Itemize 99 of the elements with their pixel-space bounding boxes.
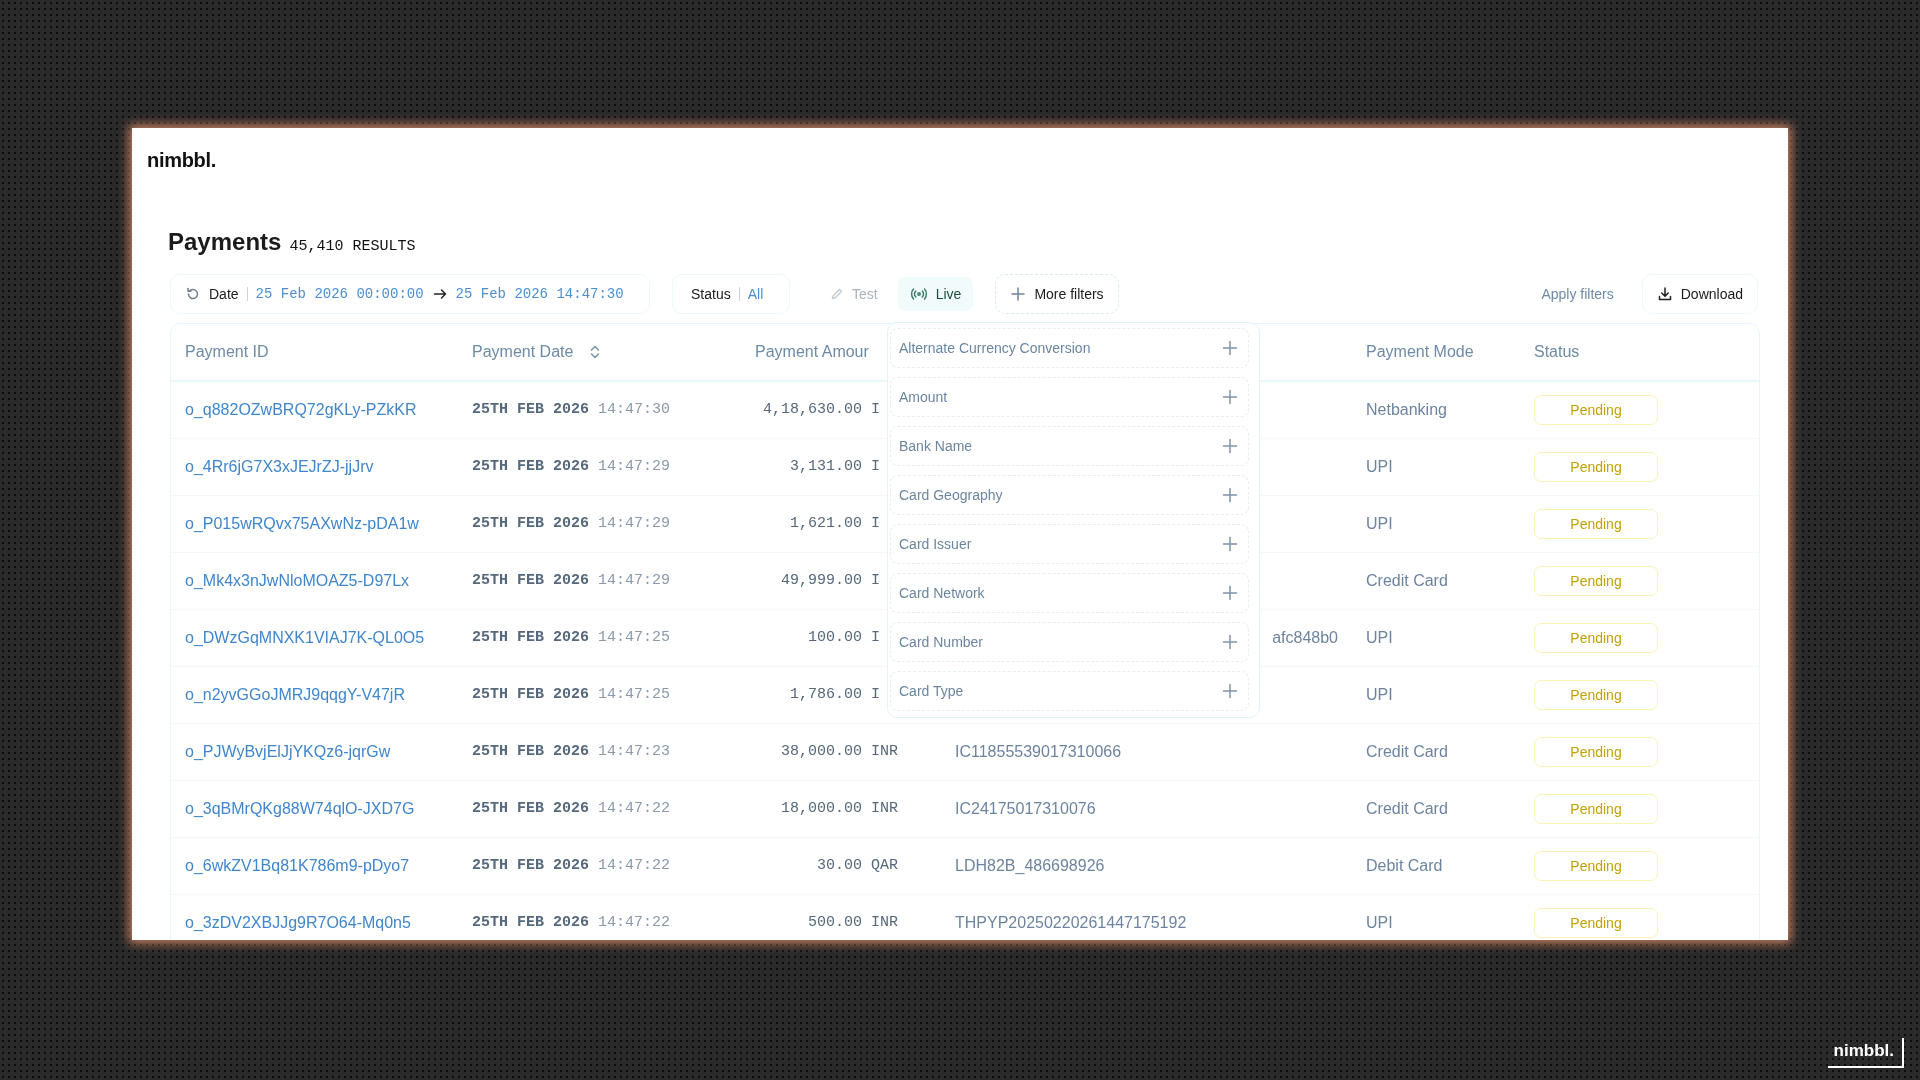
payment-mode-cell-text: Credit Card bbox=[1366, 742, 1449, 762]
date-cell-text: 25TH FEB 2026 14:47:22 bbox=[472, 855, 672, 876]
date-filter[interactable]: Date 25 Feb 2026 00:00:00 25 Feb 2026 14:47:30 bbox=[170, 274, 650, 314]
status-badge: Pending bbox=[1534, 680, 1658, 710]
reference-cell-text: IC11855539017310066 bbox=[955, 742, 1123, 762]
payment-mode-cell-text: UPI bbox=[1366, 685, 1394, 705]
filter-option[interactable]: Card Network bbox=[890, 573, 1249, 613]
date-cell-text: 25TH FEB 2026 14:47:22 bbox=[472, 798, 672, 819]
status-badge: Pending bbox=[1534, 395, 1658, 425]
status-badge: Pending bbox=[1534, 794, 1658, 824]
payment-id-link[interactable]: o_6wkZV1Bq81K786m9-pDyo7 bbox=[185, 854, 472, 878]
plus-icon bbox=[1222, 536, 1238, 552]
amount-cell-text: 30.00 QAR bbox=[817, 855, 898, 876]
date-cell-text: 25TH FEB 2026 14:47:29 bbox=[472, 456, 672, 477]
status-label: Status bbox=[691, 284, 731, 304]
date-cell-text: 25TH FEB 2026 14:47:22 bbox=[472, 912, 672, 933]
payment-id-link[interactable]: o_4Rr6jG7X3xJEJrZJ-jjJrv bbox=[185, 455, 472, 479]
refresh-icon bbox=[185, 286, 201, 302]
mode-toggle[interactable]: Test bbox=[818, 277, 890, 311]
download-icon bbox=[1656, 286, 1673, 302]
amount-cell-text: 18,000.00 INR bbox=[780, 798, 898, 819]
column-header: Payment ID bbox=[185, 342, 269, 362]
status-value: All bbox=[747, 284, 764, 304]
payment-id-link[interactable]: o_PJWyBvjElJjYKQz6-jqrGw bbox=[185, 740, 472, 764]
plus-icon bbox=[1222, 340, 1238, 356]
date-cell-text: 25TH FEB 2026 14:47:25 bbox=[472, 684, 672, 705]
broadcast-icon bbox=[909, 287, 928, 301]
filter-option[interactable]: Card Type bbox=[890, 671, 1249, 711]
sort-icon bbox=[589, 345, 602, 359]
date-cell-text: 25TH FEB 2026 14:47:25 bbox=[472, 627, 672, 648]
payment-mode-cell-text: Credit Card bbox=[1366, 799, 1449, 819]
date-cell-text: 25TH FEB 2026 14:47:29 bbox=[472, 570, 672, 591]
payment-id-link[interactable]: o_3qBMrQKg88W74qlO-JXD7G bbox=[185, 797, 472, 821]
filter-option[interactable]: Card Geography bbox=[890, 475, 1249, 515]
date-cell-text: 25TH FEB 2026 14:47:23 bbox=[472, 741, 672, 762]
arrow-right-icon bbox=[431, 286, 448, 302]
amount-cell-text: 3,131.00 I bbox=[790, 456, 881, 477]
reference-cell-text: IC24175017310076 bbox=[955, 799, 1097, 819]
plus-icon bbox=[1222, 683, 1238, 699]
results-count: 45,410 RESULTS bbox=[289, 237, 416, 257]
payment-id-link[interactable]: o_q882OZwBRQ72gKLy-PZkKR bbox=[185, 398, 472, 422]
status-filter[interactable]: Status All bbox=[672, 274, 790, 314]
payment-id-link[interactable]: o_P015wRQvx75AXwNz-pDA1w bbox=[185, 512, 472, 536]
reference-cell-text: afc848b0 bbox=[1272, 628, 1338, 648]
status-badge: Pending bbox=[1534, 566, 1658, 596]
date-cell-text: 25TH FEB 2026 14:47:29 bbox=[472, 513, 672, 534]
payment-mode-cell-text: UPI bbox=[1366, 628, 1394, 648]
amount-cell-text: 1,786.00 I bbox=[790, 684, 881, 705]
date-to: 25 Feb 2026 14:47:30 bbox=[455, 284, 624, 304]
mode-toggle[interactable]: Live bbox=[897, 277, 974, 311]
amount-cell-text: 38,000.00 INR bbox=[780, 741, 898, 762]
reference-cell-text: LDH82B_486698926 bbox=[955, 856, 1106, 876]
payment-mode-cell-text: Debit Card bbox=[1366, 856, 1444, 876]
app-logo: nimbbl. bbox=[146, 148, 217, 172]
payment-id-link[interactable]: o_n2yvGGoJMRJ9qqgY-V47jR bbox=[185, 683, 472, 707]
reference-cell-text: THPYP20250220261447175192 bbox=[955, 913, 1188, 933]
payment-mode-cell-text: Netbanking bbox=[1366, 400, 1448, 420]
status-badge: Pending bbox=[1534, 623, 1658, 653]
apply-filters-button[interactable]: Apply filters bbox=[1535, 282, 1620, 306]
filter-option[interactable]: Card Issuer bbox=[890, 524, 1249, 564]
amount-cell-text: 100.00 I bbox=[808, 627, 881, 648]
payment-mode-cell-text: UPI bbox=[1366, 514, 1394, 534]
page-title: Payments bbox=[168, 227, 282, 257]
amount-cell-text: 500.00 INR bbox=[808, 912, 898, 933]
plus-icon bbox=[1222, 487, 1238, 503]
payment-mode-cell-text: UPI bbox=[1366, 457, 1394, 477]
amount-cell-text: 49,999.00 I bbox=[780, 570, 881, 591]
more-filters-button[interactable]: More filters bbox=[995, 274, 1119, 314]
amount-cell-text: 1,621.00 I bbox=[790, 513, 881, 534]
plus-icon bbox=[1222, 634, 1238, 650]
status-badge: Pending bbox=[1534, 737, 1658, 767]
filter-option[interactable]: Card Number bbox=[890, 622, 1249, 662]
filter-option[interactable]: Amount bbox=[890, 377, 1249, 417]
date-cell-text: 25TH FEB 2026 14:47:30 bbox=[472, 399, 672, 420]
column-header: Payment Amour bbox=[755, 342, 869, 362]
amount-cell-text: 4,18,630.00 I bbox=[762, 399, 881, 420]
status-badge: Pending bbox=[1534, 509, 1658, 539]
column-header: Status bbox=[1534, 342, 1580, 362]
plus-icon bbox=[1010, 286, 1027, 302]
download-button[interactable]: Download bbox=[1641, 274, 1758, 314]
pencil-icon bbox=[830, 287, 844, 301]
filter-option[interactable]: Alternate Currency Conversion bbox=[890, 328, 1249, 368]
payment-id-link[interactable]: o_3zDV2XBJJg9R7O64-Mq0n5 bbox=[185, 911, 472, 935]
payment-id-link[interactable]: o_DWzGqMNXK1VIAJ7K-QL0O5 bbox=[185, 626, 472, 650]
status-badge: Pending bbox=[1534, 851, 1658, 881]
payment-id-link[interactable]: o_Mk4x3nJwNloMOAZ5-D97Lx bbox=[185, 569, 472, 593]
plus-icon bbox=[1222, 389, 1238, 405]
column-header: Payment Mode bbox=[1366, 342, 1474, 362]
payment-mode-cell-text: UPI bbox=[1366, 913, 1394, 933]
sortable-column-header[interactable]: Payment Date bbox=[472, 340, 602, 364]
status-badge: Pending bbox=[1534, 908, 1658, 938]
plus-icon bbox=[1222, 438, 1238, 454]
plus-icon bbox=[1222, 585, 1238, 601]
date-from: 25 Feb 2026 00:00:00 bbox=[255, 284, 424, 304]
date-label: Date bbox=[209, 284, 239, 304]
brand-logo: nimbbl. bbox=[1827, 1037, 1904, 1068]
payment-mode-cell-text: Credit Card bbox=[1366, 571, 1449, 591]
status-badge: Pending bbox=[1534, 452, 1658, 482]
filter-option[interactable]: Bank Name bbox=[890, 426, 1249, 466]
